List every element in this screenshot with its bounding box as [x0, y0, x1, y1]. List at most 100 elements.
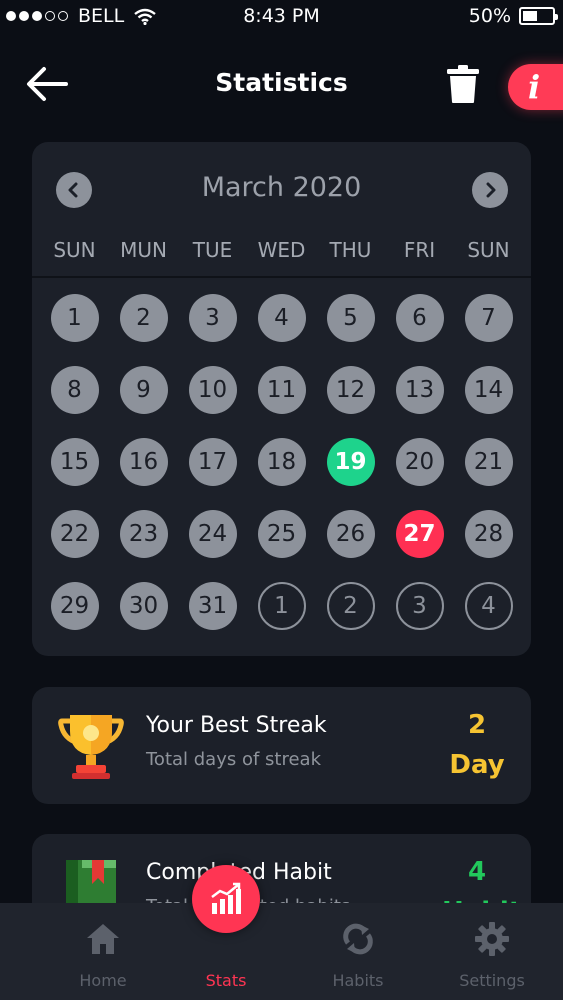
calendar-day-cell: 25 — [247, 510, 316, 558]
calendar-day-cell: 4 — [247, 294, 316, 342]
calendar-day-cell: 24 — [178, 510, 247, 558]
calendar-day[interactable]: 8 — [50, 366, 99, 414]
calendar-day-cell: 28 — [454, 510, 523, 558]
weekday-header: SUN MUN TUE WED THU FRI SUN — [40, 238, 523, 262]
calendar-day[interactable]: 15 — [50, 438, 99, 486]
info-button[interactable]: i — [508, 64, 563, 110]
calendar-day[interactable]: 4 — [257, 294, 306, 342]
calendar-day-cell: 12 — [316, 366, 385, 414]
habits-loop-icon — [343, 923, 373, 955]
calendar-day-cell: 29 — [40, 582, 109, 630]
nav-habits[interactable]: Habits — [298, 903, 418, 1000]
next-month-button[interactable] — [472, 172, 508, 208]
calendar-day[interactable]: 20 — [395, 438, 444, 486]
nav-home-label: Home — [79, 971, 127, 990]
calendar-day-cell: 23 — [109, 510, 178, 558]
calendar-day[interactable]: 6 — [395, 294, 444, 342]
streak-unit: Day — [449, 750, 505, 780]
calendar-divider — [32, 276, 531, 278]
calendar-day[interactable]: 2 — [119, 294, 168, 342]
stats-active-indicator — [192, 865, 260, 933]
calendar-day-cell: 3 — [385, 582, 454, 630]
calendar-day[interactable]: 26 — [326, 510, 375, 558]
calendar-day[interactable]: 22 — [50, 510, 99, 558]
calendar-day[interactable]: 23 — [119, 510, 168, 558]
calendar-day[interactable]: 16 — [119, 438, 168, 486]
calendar-day[interactable]: 29 — [50, 582, 99, 630]
calendar-day-next-month[interactable]: 4 — [464, 582, 513, 630]
calendar-day-cell: 8 — [40, 366, 109, 414]
calendar-day[interactable]: 10 — [188, 366, 237, 414]
chart-icon — [211, 882, 241, 914]
calendar-day-cell: 17 — [178, 438, 247, 486]
weekday-label: SUN — [467, 238, 510, 262]
calendar-day[interactable]: 1 — [50, 294, 99, 342]
nav-home[interactable]: Home — [43, 903, 163, 1000]
calendar-day[interactable]: 13 — [395, 366, 444, 414]
calendar-day[interactable]: 18 — [257, 438, 306, 486]
calendar-day-cell: 3 — [178, 294, 247, 342]
calendar-day[interactable]: 3 — [188, 294, 237, 342]
header: Statistics i — [0, 50, 563, 120]
info-icon: i — [528, 68, 541, 106]
gear-icon — [475, 922, 509, 956]
calendar-day-cell: 31 — [178, 582, 247, 630]
calendar-month-title: March 2020 — [201, 172, 362, 203]
calendar-day-cell: 11 — [247, 366, 316, 414]
calendar-day-next-month[interactable]: 3 — [395, 582, 444, 630]
weekday-label: WED — [257, 238, 306, 262]
calendar-day-green[interactable]: 19 — [326, 438, 375, 486]
nav-stats[interactable]: Stats — [166, 865, 286, 1000]
calendar-day-next-month[interactable]: 1 — [257, 582, 306, 630]
trophy-icon — [58, 715, 124, 779]
calendar-day-cell: 16 — [109, 438, 178, 486]
delete-button[interactable] — [446, 64, 480, 104]
calendar-day-cell: 2 — [316, 582, 385, 630]
calendar-day-cell: 18 — [247, 438, 316, 486]
calendar-day-cell: 20 — [385, 438, 454, 486]
calendar-day-cell: 21 — [454, 438, 523, 486]
calendar-day[interactable]: 14 — [464, 366, 513, 414]
best-streak-card[interactable]: Your Best Streak Total days of streak 2 … — [32, 687, 531, 804]
calendar-day-cell: 22 — [40, 510, 109, 558]
weekday-label: THU — [329, 238, 372, 262]
trash-icon — [447, 65, 479, 103]
nav-settings-label: Settings — [459, 971, 525, 990]
weekday-label: TUE — [192, 238, 233, 262]
calendar-day-cell: 26 — [316, 510, 385, 558]
calendar-day-cell: 14 — [454, 366, 523, 414]
calendar-day[interactable]: 24 — [188, 510, 237, 558]
battery-percent: 50% — [468, 5, 511, 27]
calendar-day-cell: 27 — [385, 510, 454, 558]
weekday-label: FRI — [403, 238, 436, 262]
calendar-day-cell: 1 — [247, 582, 316, 630]
calendar-day[interactable]: 17 — [188, 438, 237, 486]
calendar-day-cell: 15 — [40, 438, 109, 486]
calendar-card: March 2020 SUN MUN TUE WED THU FRI SUN 1234567… — [32, 142, 531, 656]
completed-number: 4 — [467, 857, 487, 887]
calendar-day-cell: 1 — [40, 294, 109, 342]
calendar-day[interactable]: 28 — [464, 510, 513, 558]
streak-subtitle: Total days of streak — [146, 749, 322, 770]
calendar-day[interactable]: 31 — [188, 582, 237, 630]
calendar-day[interactable]: 12 — [326, 366, 375, 414]
nav-stats-label: Stats — [205, 971, 247, 990]
calendar-day[interactable]: 30 — [119, 582, 168, 630]
battery-fill — [523, 11, 537, 21]
calendar-day-cell: 9 — [109, 366, 178, 414]
calendar-day[interactable]: 21 — [464, 438, 513, 486]
calendar-day-cell: 10 — [178, 366, 247, 414]
status-bar: BELL 8:43 PM 50% — [0, 0, 563, 34]
calendar-day-cell: 7 — [454, 294, 523, 342]
calendar-day[interactable]: 5 — [326, 294, 375, 342]
calendar-day[interactable]: 25 — [257, 510, 306, 558]
calendar-day[interactable]: 7 — [464, 294, 513, 342]
nav-settings[interactable]: Settings — [432, 903, 552, 1000]
calendar-day[interactable]: 9 — [119, 366, 168, 414]
calendar-day-next-month[interactable]: 2 — [326, 582, 375, 630]
calendar-day[interactable]: 11 — [257, 366, 306, 414]
weekday-label: MUN — [120, 238, 167, 262]
calendar-day-cell: 13 — [385, 366, 454, 414]
calendar-days-grid: 1 2 3 4 5 6 7 8 9 10 11 12 13 14 15 16 17 18 19 20 21 22 23 24 2… — [40, 294, 523, 630]
calendar-day-red[interactable]: 27 — [395, 510, 444, 558]
